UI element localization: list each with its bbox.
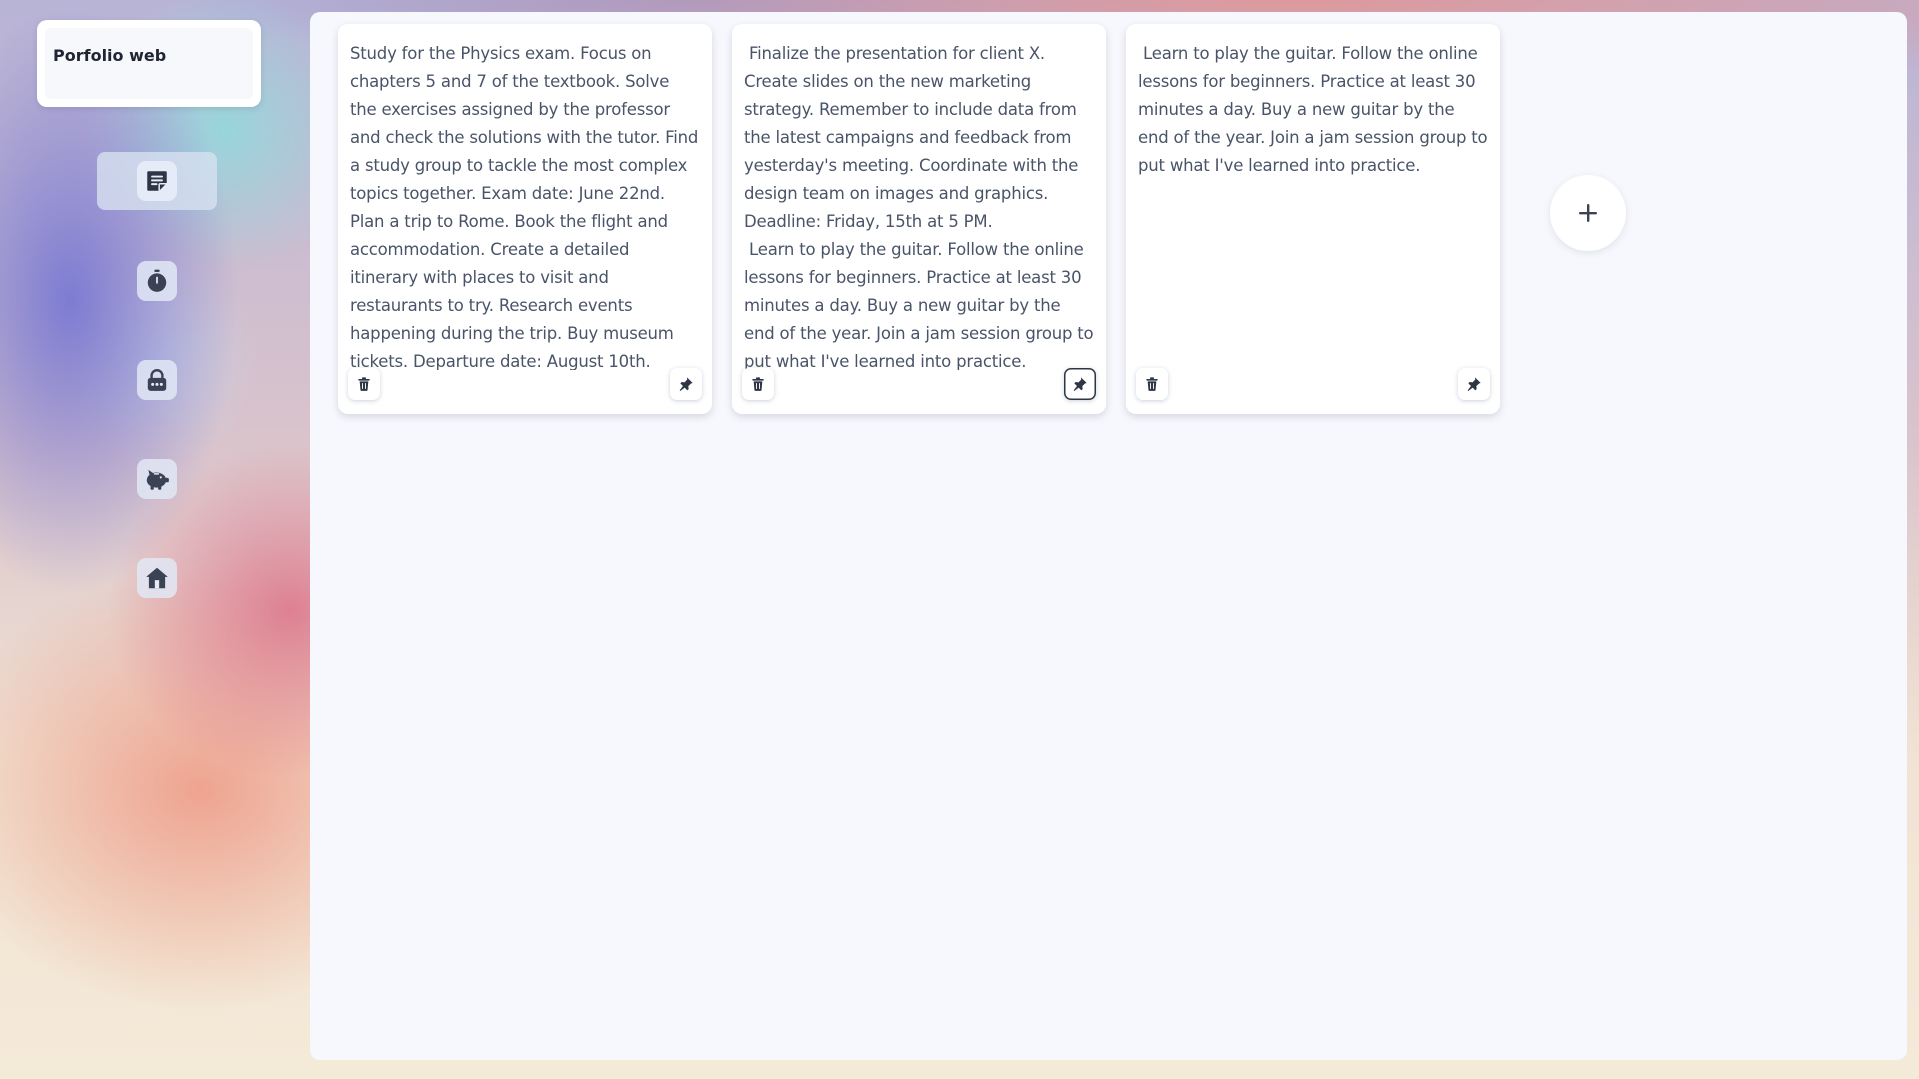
note-text[interactable]: Study for the Physics exam. Focus on cha… [350,40,700,370]
delete-note-button[interactable] [742,368,774,400]
sidebar-item-passwords[interactable] [97,351,217,409]
note-card[interactable]: Study for the Physics exam. Focus on cha… [338,24,712,414]
trash-icon [1146,377,1158,391]
note-card[interactable]: Learn to play the guitar. Follow the onl… [1126,24,1500,414]
delete-note-button[interactable] [348,368,380,400]
home-icon [137,558,177,598]
plus-icon [1579,204,1597,222]
note-text[interactable]: Finalize the presentation for client X. … [744,40,1094,370]
pin-icon [1073,377,1087,391]
trash-icon [752,377,764,391]
trash-icon [358,377,370,391]
lock-icon [137,360,177,400]
sidebar-item-savings[interactable] [97,450,217,508]
sidebar-item-notes[interactable] [97,152,217,210]
pin-note-button[interactable] [670,368,702,400]
notes-icon [137,161,177,201]
pin-icon [1467,377,1481,391]
pin-icon [679,377,693,391]
note-text[interactable]: Learn to play the guitar. Follow the onl… [1138,40,1488,370]
sidebar-item-home[interactable] [97,549,217,607]
notes-board: Study for the Physics exam. Focus on cha… [310,12,1907,1060]
brand-inner: Porfolio web [45,28,253,99]
stopwatch-icon [137,261,177,301]
pin-note-button[interactable] [1064,368,1096,400]
add-note-button[interactable] [1550,175,1626,251]
brand-card: Porfolio web [37,20,261,107]
note-card[interactable]: Finalize the presentation for client X. … [732,24,1106,414]
pin-note-button[interactable] [1458,368,1490,400]
sidebar-item-timer[interactable] [97,252,217,310]
app-title: Porfolio web [53,46,167,65]
delete-note-button[interactable] [1136,368,1168,400]
piggy-bank-icon [137,459,177,499]
